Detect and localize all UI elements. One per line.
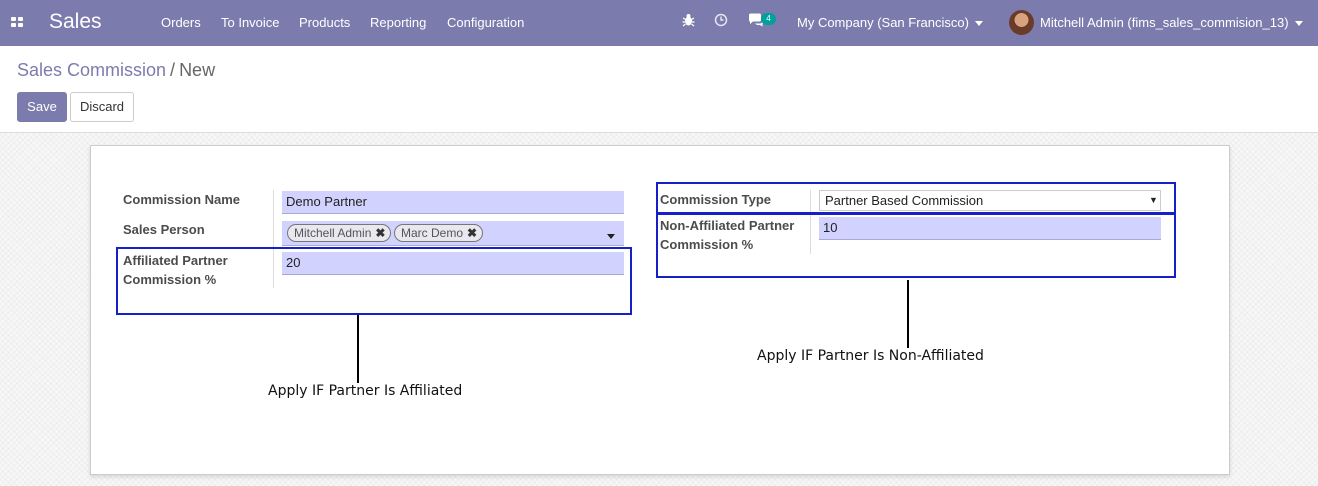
company-name: My Company (San Francisco) — [797, 15, 969, 30]
menu-configuration[interactable]: Configuration — [447, 15, 524, 30]
tag-mitchell-admin: Mitchell Admin ✖ — [287, 224, 392, 242]
affiliated-highlight-box — [116, 247, 632, 315]
breadcrumb-parent[interactable]: Sales Commission — [17, 60, 166, 80]
affiliated-annotation: Apply IF Partner Is Affiliated — [268, 383, 463, 399]
menu-reporting[interactable]: Reporting — [370, 15, 426, 30]
affiliated-connector-line — [357, 315, 359, 383]
apps-grid-icon[interactable] — [11, 17, 23, 27]
discard-button[interactable]: Discard — [70, 92, 134, 122]
dropdown-caret-icon[interactable] — [607, 234, 615, 239]
menu-products[interactable]: Products — [299, 15, 350, 30]
user-menu[interactable]: Mitchell Admin (fims_sales_commision_13) — [1040, 15, 1303, 30]
user-avatar[interactable] — [1009, 10, 1034, 35]
non-affiliated-highlight-box — [656, 213, 1176, 278]
save-button[interactable]: Save — [17, 92, 67, 122]
chevron-down-icon — [974, 21, 983, 27]
commission-type-highlight-box — [656, 182, 1176, 214]
commission-name-label: Commission Name — [123, 192, 241, 207]
breadcrumb-separator: / — [170, 60, 176, 80]
chevron-down-icon — [1294, 21, 1303, 27]
breadcrumb-current: New — [179, 60, 216, 80]
user-name: Mitchell Admin (fims_sales_commision_13) — [1040, 15, 1289, 30]
sales-person-input[interactable]: Mitchell Admin ✖ Marc Demo ✖ — [282, 221, 624, 246]
app-brand[interactable]: Sales — [49, 10, 102, 34]
bug-icon[interactable] — [682, 13, 695, 30]
menu-orders[interactable]: Orders — [161, 15, 201, 30]
non-affiliated-annotation: Apply IF Partner Is Non-Affiliated — [757, 348, 984, 364]
sales-person-label: Sales Person — [123, 222, 205, 237]
clock-icon[interactable] — [714, 13, 728, 30]
tag-marc-demo: Marc Demo ✖ — [394, 224, 484, 242]
company-switcher[interactable]: My Company (San Francisco) — [797, 15, 983, 30]
tag-label: Marc Demo — [401, 226, 464, 240]
remove-tag-icon[interactable]: ✖ — [375, 226, 385, 240]
breadcrumb: Sales Commission / New — [17, 60, 215, 81]
non-affiliated-connector-line — [907, 280, 909, 348]
top-navbar: Sales Orders To Invoice Products Reporti… — [0, 0, 1318, 46]
tag-label: Mitchell Admin — [294, 226, 372, 240]
messages-count-badge: 4 — [761, 13, 776, 25]
menu-to-invoice[interactable]: To Invoice — [221, 15, 280, 30]
remove-tag-icon[interactable]: ✖ — [467, 226, 477, 240]
commission-name-input[interactable]: Demo Partner — [282, 191, 624, 214]
